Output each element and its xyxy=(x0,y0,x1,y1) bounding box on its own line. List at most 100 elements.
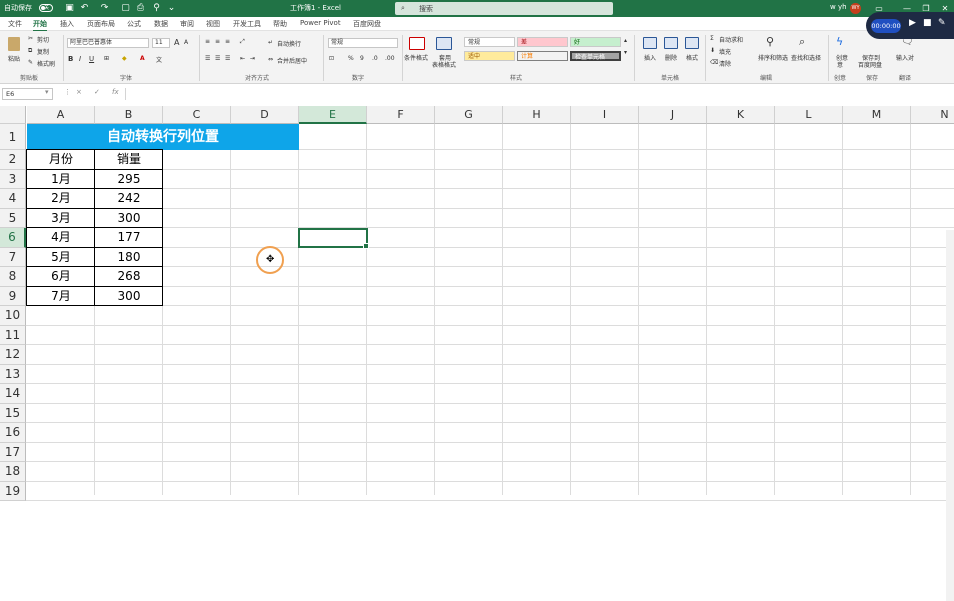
comma-button[interactable]: 9 xyxy=(360,55,364,62)
column-header-k[interactable]: K xyxy=(707,106,775,124)
format-icon[interactable]: ⚲ xyxy=(151,2,162,14)
style-neutral[interactable]: 适中 xyxy=(464,51,515,61)
row-header-1[interactable]: 1 xyxy=(0,124,26,150)
data-cell[interactable]: 4月 xyxy=(27,228,95,248)
creative-label2[interactable]: 意 xyxy=(837,60,843,69)
data-cell[interactable]: 295 xyxy=(95,170,163,190)
vertical-scrollbar[interactable] xyxy=(946,230,954,601)
row-header-16[interactable]: 16 xyxy=(0,423,26,443)
column-header-h[interactable]: H xyxy=(503,106,571,124)
conditional-format-icon[interactable] xyxy=(409,37,425,50)
data-cell[interactable]: 5月 xyxy=(27,248,95,268)
print-icon[interactable]: ⎙ xyxy=(135,2,146,14)
tab-file[interactable]: 文件 xyxy=(8,19,22,29)
italic-button[interactable]: I xyxy=(79,55,81,63)
title-cell[interactable]: 自动转换行列位置 xyxy=(27,124,299,150)
active-cell-selection[interactable] xyxy=(298,228,369,249)
row-header-12[interactable]: 12 xyxy=(0,345,26,365)
row-header-14[interactable]: 14 xyxy=(0,384,26,404)
bold-button[interactable]: B xyxy=(68,55,73,63)
font-size-select[interactable]: 11 xyxy=(152,38,170,48)
tab-page-layout[interactable]: 页面布局 xyxy=(87,19,115,29)
orientation-icon[interactable]: ⤢ xyxy=(240,38,245,46)
cut-label[interactable]: 剪切 xyxy=(37,35,49,44)
align-left-icon[interactable]: ☰ xyxy=(205,55,210,62)
avatar[interactable]: WY xyxy=(850,3,861,14)
data-cell[interactable]: 6月 xyxy=(27,267,95,287)
row-header-7[interactable]: 7 xyxy=(0,247,26,267)
column-header-n[interactable]: N xyxy=(911,106,954,124)
row-header-15[interactable]: 15 xyxy=(0,403,26,423)
font-shrink-icon[interactable]: A xyxy=(184,39,188,46)
creative-icon[interactable]: ϟ xyxy=(836,35,843,48)
data-cell[interactable]: 268 xyxy=(95,267,163,287)
column-header-c[interactable]: C xyxy=(163,106,231,124)
style-check-cell[interactable]: 检查单元格 xyxy=(570,51,621,61)
autosum-label[interactable]: 自动求和 xyxy=(719,35,743,44)
align-bottom-icon[interactable]: ≡ xyxy=(225,38,230,45)
fill-color-icon[interactable]: ◆ xyxy=(122,55,127,62)
cut-icon[interactable]: ✂ xyxy=(28,35,33,42)
column-header-d[interactable]: D xyxy=(231,106,299,124)
data-cell[interactable]: 300 xyxy=(95,287,163,307)
play-icon[interactable]: ▶ xyxy=(909,18,916,28)
row-header-8[interactable]: 8 xyxy=(0,267,26,287)
name-box-dropdown-icon[interactable]: ▾ xyxy=(45,88,49,96)
data-cell[interactable]: 2月 xyxy=(27,189,95,209)
style-normal[interactable]: 常规 xyxy=(464,37,515,47)
decrease-indent-icon[interactable]: ⇤ xyxy=(240,55,245,62)
align-middle-icon[interactable]: ≡ xyxy=(215,38,220,45)
column-header-l[interactable]: L xyxy=(775,106,843,124)
copy-label[interactable]: 复制 xyxy=(37,47,49,56)
tab-view[interactable]: 视图 xyxy=(206,19,220,29)
data-cell[interactable]: 3月 xyxy=(27,209,95,229)
row-header-18[interactable]: 18 xyxy=(0,462,26,482)
stop-icon[interactable]: ■ xyxy=(923,18,932,28)
find-select-icon[interactable]: ⌕ xyxy=(799,35,805,49)
sort-filter-icon[interactable]: ⚲ xyxy=(766,35,774,48)
wrap-text-icon[interactable]: ↵ xyxy=(268,39,273,46)
formula-bar-options-icon[interactable]: ⋮ xyxy=(64,88,71,96)
column-header-b[interactable]: B xyxy=(95,106,163,124)
format-painter-label[interactable]: 格式刷 xyxy=(37,59,55,68)
copy-icon[interactable]: ⧉ xyxy=(28,47,32,55)
format-cells-icon[interactable] xyxy=(685,37,699,49)
phonetic-icon[interactable]: 文 xyxy=(156,55,162,64)
sort-filter-label[interactable]: 排序和筛选 xyxy=(758,53,788,62)
header-cell[interactable]: 销量 xyxy=(95,150,163,170)
number-format-select[interactable]: 常规 xyxy=(328,38,398,48)
row-header-13[interactable]: 13 xyxy=(0,364,26,384)
align-center-icon[interactable]: ☰ xyxy=(215,55,220,62)
row-header-17[interactable]: 17 xyxy=(0,442,26,462)
tab-developer[interactable]: 开发工具 xyxy=(233,19,261,29)
merge-label[interactable]: 合并后居中 xyxy=(277,56,307,65)
clear-icon[interactable]: ⌫ xyxy=(710,59,718,66)
clear-label[interactable]: 清除 xyxy=(719,59,731,68)
delete-cells-label[interactable]: 删除 xyxy=(665,53,677,62)
data-cell[interactable]: 177 xyxy=(95,228,163,248)
fill-icon[interactable]: ⬇ xyxy=(710,47,715,54)
row-header-11[interactable]: 11 xyxy=(0,325,26,345)
autosum-icon[interactable]: Σ xyxy=(710,35,714,42)
insert-cells-label[interactable]: 插入 xyxy=(644,53,656,62)
font-color-icon[interactable]: A xyxy=(140,55,145,62)
tab-baidu-netdisk[interactable]: 百度网盘 xyxy=(353,19,381,29)
cancel-icon[interactable]: × xyxy=(76,88,82,96)
insert-cells-icon[interactable] xyxy=(643,37,657,49)
underline-button[interactable]: U xyxy=(89,55,94,63)
tab-data[interactable]: 数据 xyxy=(154,19,168,29)
row-header-3[interactable]: 3 xyxy=(0,169,26,189)
column-header-a[interactable]: A xyxy=(27,106,95,124)
tab-power-pivot[interactable]: Power Pivot xyxy=(300,19,341,27)
save-netdisk-label2[interactable]: 百度网盘 xyxy=(858,60,882,69)
styles-scroll-down-icon[interactable]: ▾ xyxy=(624,49,627,56)
column-header-g[interactable]: G xyxy=(435,106,503,124)
table-format-icon[interactable] xyxy=(436,37,452,50)
column-header-j[interactable]: J xyxy=(639,106,707,124)
tab-home[interactable]: 开始 xyxy=(33,19,47,32)
percent-button[interactable]: % xyxy=(348,55,354,62)
formula-input[interactable] xyxy=(125,88,952,100)
enter-icon[interactable]: ✓ xyxy=(94,88,100,96)
style-good[interactable]: 好 xyxy=(570,37,621,47)
tab-help[interactable]: 帮助 xyxy=(273,19,287,29)
